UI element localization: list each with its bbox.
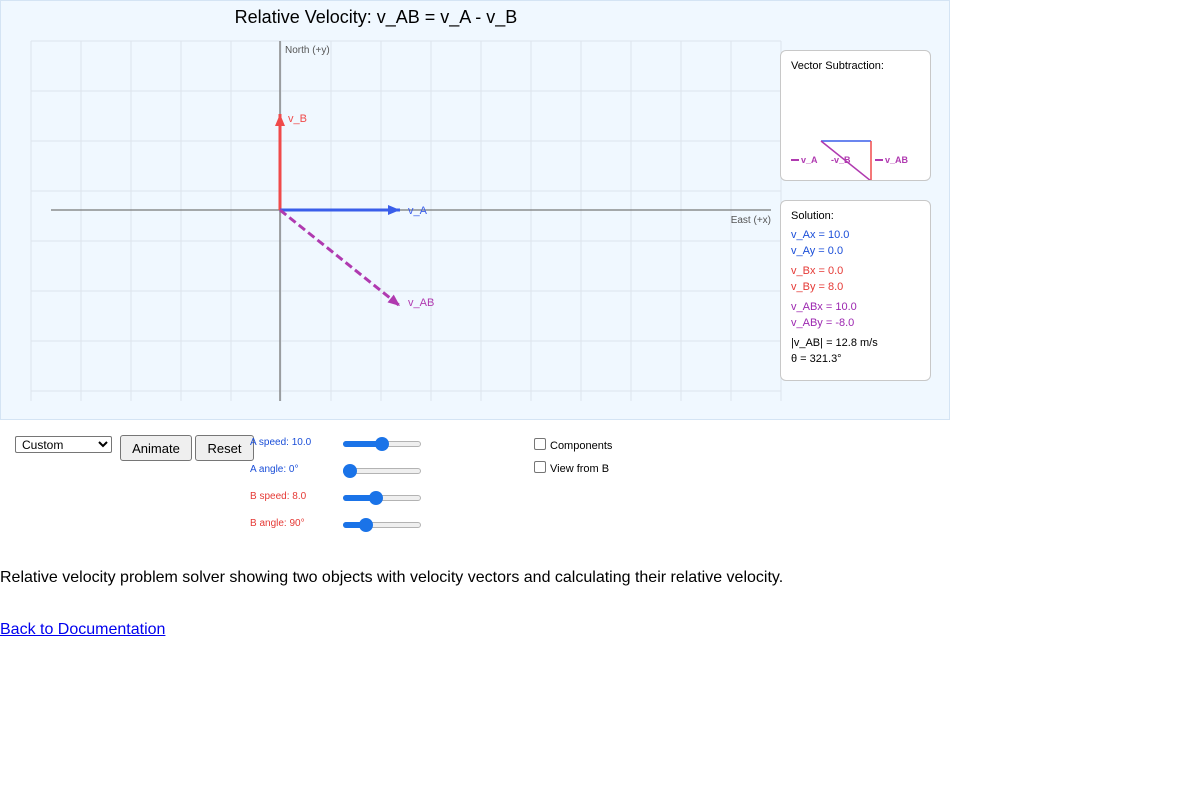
simulation-canvas[interactable]: North (+y) East (+x) v_B v_A v_AB Relati… [0, 0, 950, 420]
slider-label: A angle: 0° [250, 464, 299, 475]
slider-thumb[interactable] [375, 437, 389, 451]
solution-line: v_ABy = -8.0 [791, 317, 855, 329]
slider-label: B angle: 90° [250, 518, 305, 529]
legend-vab: v_AB [885, 155, 909, 165]
checkbox-label[interactable]: Components [550, 440, 612, 452]
slider[interactable] [343, 437, 421, 451]
slider[interactable] [343, 464, 421, 478]
preset-select[interactable]: Custom [15, 436, 112, 453]
solution-heading: Solution: [791, 210, 834, 222]
solution-panel: Solution: v_Ax = 10.0 v_Ay = 0.0 v_Bx = 0.… [780, 200, 931, 381]
vector-ab-label: v_AB [408, 297, 434, 309]
legend-neg-vb: -v_B [831, 155, 851, 165]
back-to-documentation-link[interactable]: Back to Documentation [0, 621, 165, 639]
vector-b-label: v_B [288, 113, 307, 125]
solution-line: v_Bx = 0.0 [791, 265, 844, 277]
slider[interactable] [343, 491, 421, 505]
subtraction-diagram: v_A -v_B v_AB [791, 140, 909, 180]
y-axis-label: North (+y) [285, 45, 330, 56]
slider-thumb[interactable] [343, 464, 357, 478]
solution-line: v_ABx = 10.0 [791, 301, 857, 313]
slider[interactable] [343, 518, 421, 532]
legend-va: v_A [801, 155, 818, 165]
solution-line: v_Ax = 10.0 [791, 229, 850, 241]
vector-subtraction-panel: Vector Subtraction: v_A -v_B v_AB [780, 50, 931, 181]
page-description: Relative velocity problem solver showing… [0, 569, 784, 586]
solution-line: v_By = 8.0 [791, 281, 844, 293]
checkbox-label[interactable]: View from B [550, 463, 609, 475]
checkbox[interactable] [534, 438, 546, 450]
slider-thumb[interactable] [359, 518, 373, 532]
checkbox[interactable] [534, 461, 546, 473]
slider-label: B speed: 8.0 [250, 491, 307, 502]
vector-b-arrowhead [275, 114, 285, 126]
slider-label: A speed: 10.0 [250, 437, 312, 448]
animate-button[interactable]: Animate [120, 435, 192, 461]
solution-line: θ = 321.3° [791, 353, 842, 365]
slider-thumb[interactable] [368, 491, 383, 505]
vector-a-arrowhead [388, 205, 400, 215]
simulation-title: Relative Velocity: v_AB = v_A - v_B [234, 7, 518, 27]
vector-ab[interactable] [279, 208, 401, 308]
x-axis-label: East (+x) [731, 215, 771, 226]
solution-line: |v_AB| = 12.8 m/s [791, 337, 878, 349]
grid [30, 40, 782, 401]
vector-a-label: v_A [408, 205, 428, 217]
solution-line: v_Ay = 0.0 [791, 245, 844, 257]
reset-button[interactable]: Reset [195, 435, 254, 461]
